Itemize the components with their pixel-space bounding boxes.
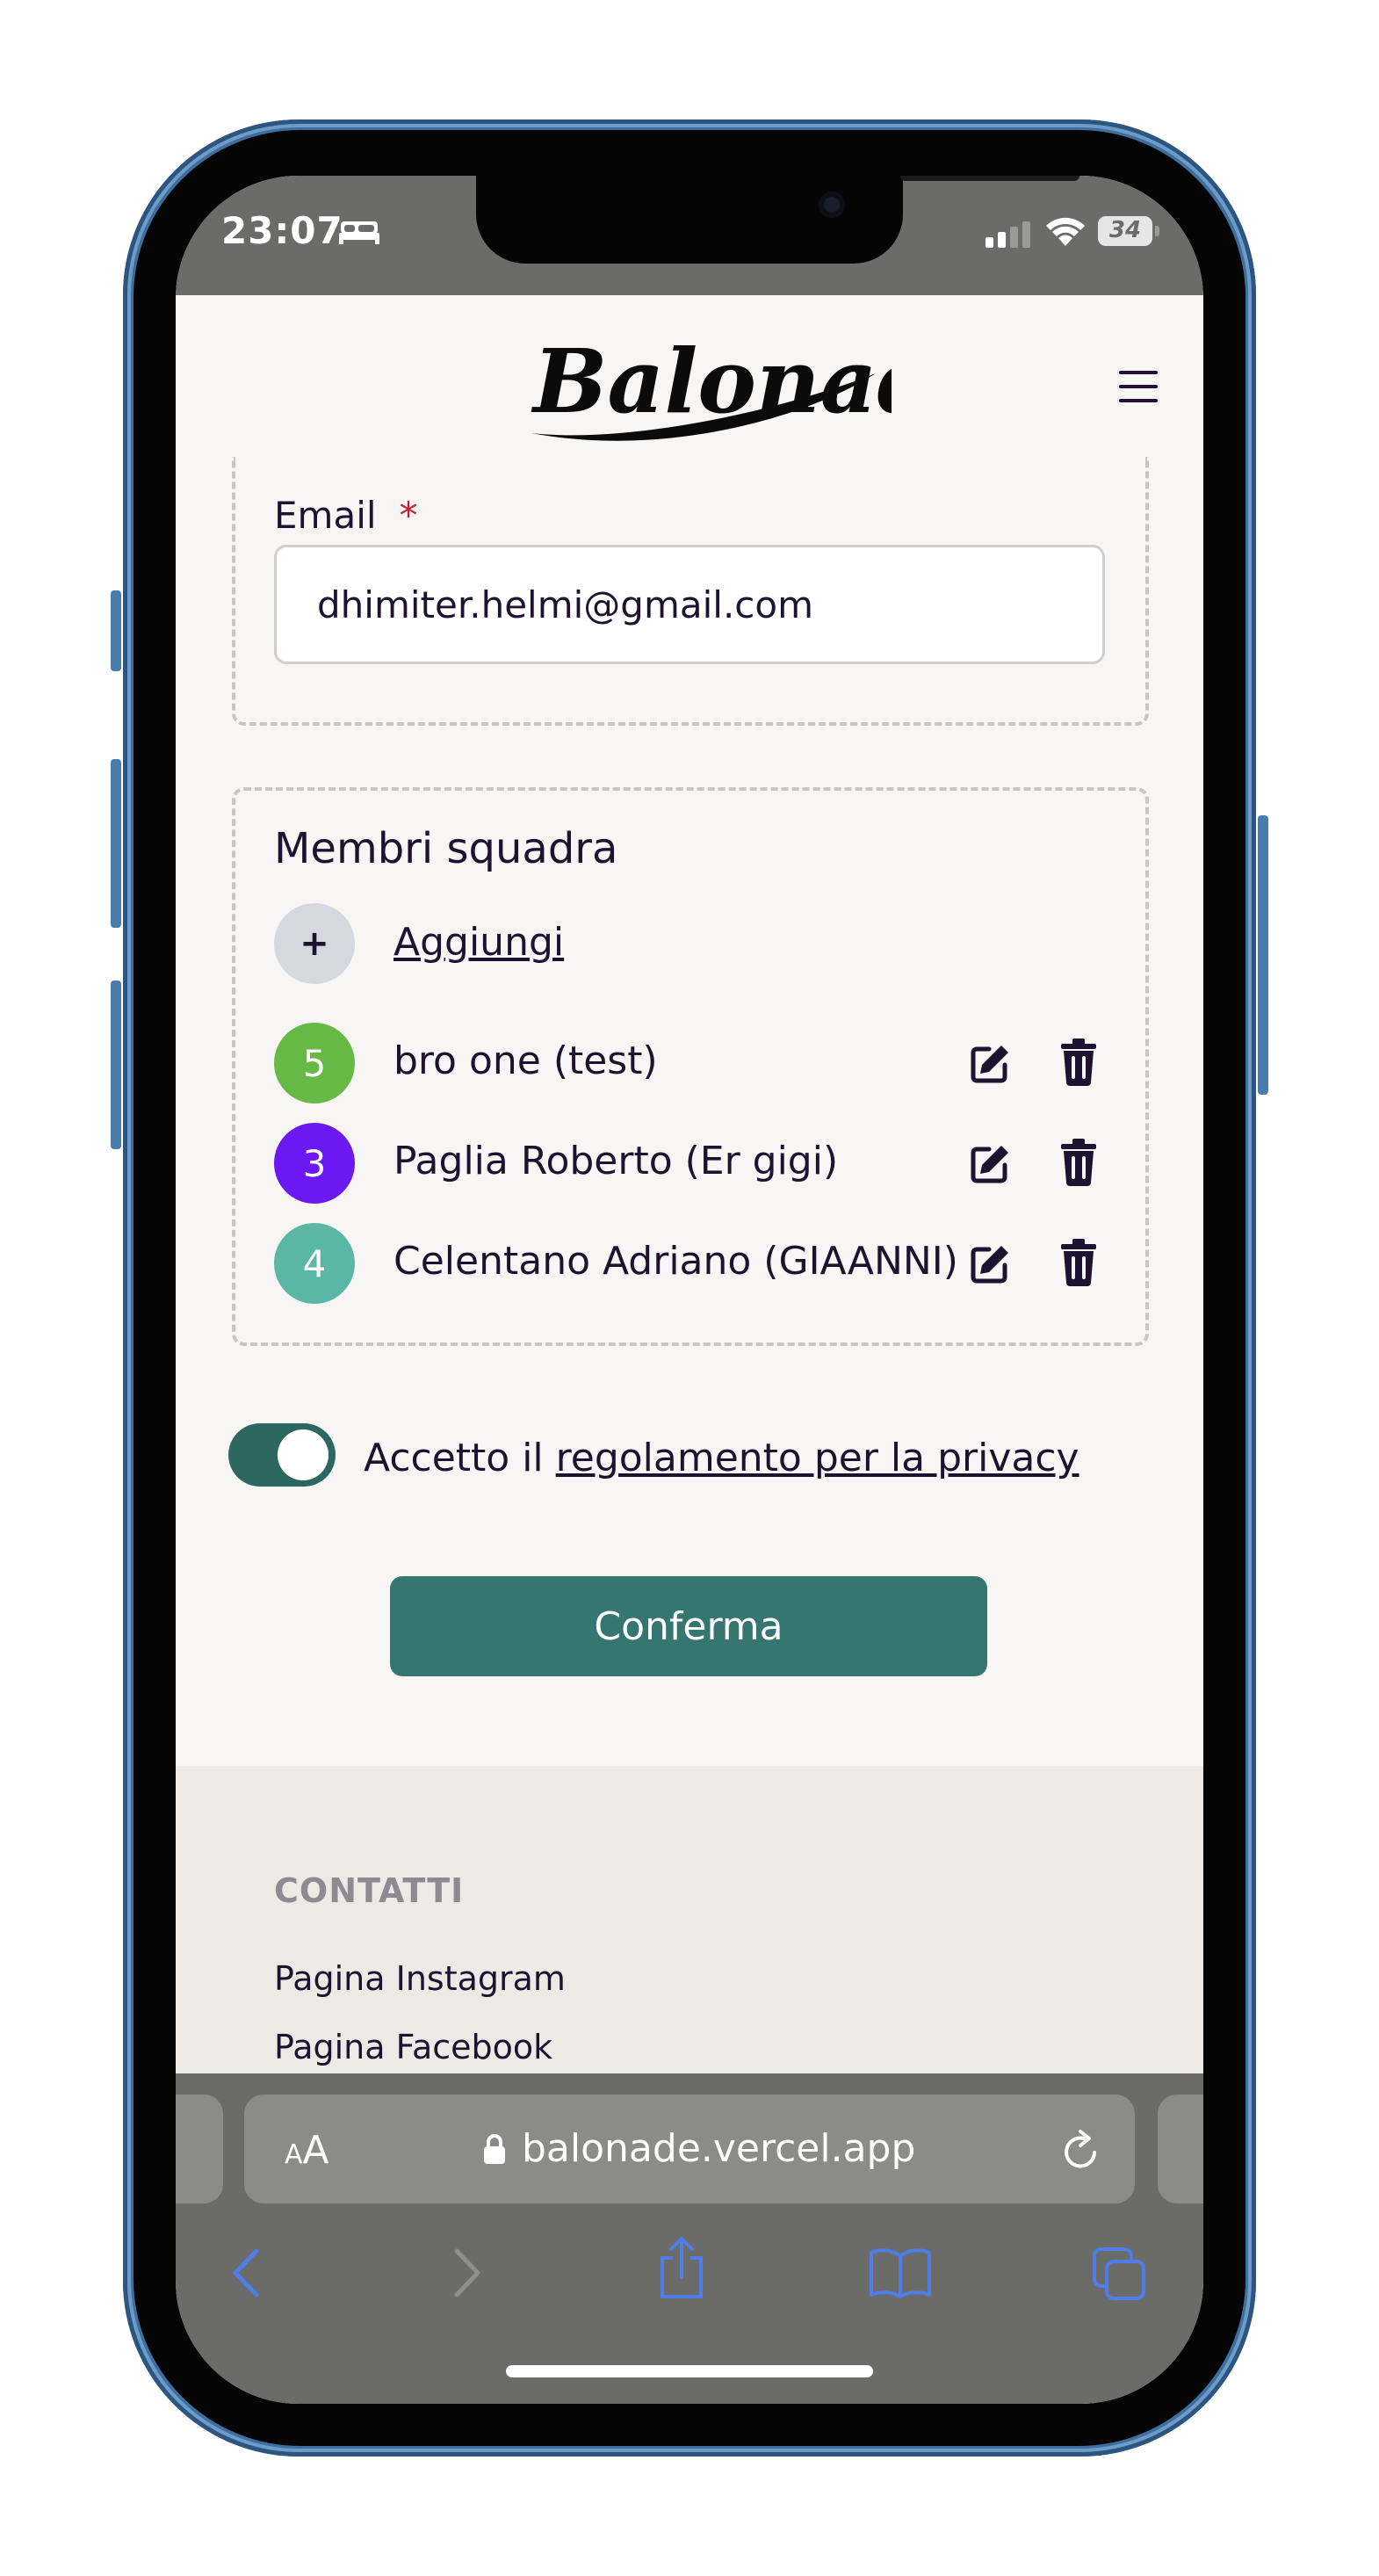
volume-up-button	[111, 759, 121, 928]
speaker-grille	[900, 176, 1079, 181]
member-number-badge: 4	[274, 1223, 355, 1304]
privacy-label: Accetto il regolamento per la privacy	[364, 1436, 1079, 1480]
next-tab-preview[interactable]	[1158, 2095, 1203, 2203]
wifi-icon	[1046, 217, 1085, 246]
member-name: Paglia Roberto (Er gigi)	[393, 1139, 839, 1183]
site-header: Balonade	[176, 295, 1203, 480]
member-row: 3 Paglia Roberto (Er gigi)	[274, 1123, 1108, 1207]
screen: 23:07 34 Balonade	[176, 176, 1203, 2404]
safari-toolbar: AA balonade.vercel.app	[176, 2073, 1203, 2404]
menu-icon[interactable]	[1119, 371, 1158, 406]
url-text: balonade.vercel.app	[522, 2126, 916, 2171]
address-bar[interactable]: AA balonade.vercel.app	[244, 2095, 1135, 2203]
instagram-link[interactable]: Pagina Instagram	[274, 1959, 566, 1998]
members-title: Membri squadra	[274, 824, 618, 873]
front-camera	[819, 192, 845, 218]
mute-switch	[111, 590, 121, 671]
tabs-icon[interactable]	[1091, 2246, 1147, 2302]
facebook-link[interactable]: Pagina Facebook	[274, 2028, 552, 2066]
trash-icon[interactable]	[1059, 1239, 1098, 1286]
member-number-badge: 3	[274, 1123, 355, 1204]
member-number-badge: 5	[274, 1023, 355, 1103]
confirm-button[interactable]: Conferma	[390, 1576, 987, 1676]
email-label: Email *	[274, 494, 418, 537]
status-bar: 23:07 34	[176, 176, 1203, 295]
trash-icon[interactable]	[1059, 1038, 1098, 1086]
status-time: 23:07	[221, 209, 343, 252]
footer: CONTATTI Pagina Instagram Pagina Faceboo…	[176, 1766, 1203, 2073]
sleep-focus-icon	[339, 221, 379, 244]
edit-icon[interactable]	[968, 1242, 1012, 1286]
member-row: 5 bro one (test)	[274, 1023, 1108, 1107]
bookmarks-icon[interactable]	[868, 2247, 933, 2298]
member-name: Celentano Adriano (GIAANNI)	[393, 1239, 958, 1284]
privacy-policy-link[interactable]: regolamento per la privacy	[556, 1436, 1079, 1480]
previous-tab-preview[interactable]	[176, 2095, 223, 2203]
notch	[476, 176, 1079, 264]
contacts-heading: CONTATTI	[274, 1871, 465, 1910]
power-button	[1258, 815, 1268, 1095]
home-indicator	[506, 2365, 873, 2377]
required-asterisk: *	[399, 494, 418, 537]
add-member-icon[interactable]: +	[274, 903, 355, 984]
privacy-toggle[interactable]	[228, 1423, 336, 1487]
toggle-knob	[278, 1429, 329, 1480]
balonade-logo[interactable]: Balonade	[514, 328, 892, 459]
back-icon[interactable]	[230, 2247, 260, 2298]
trash-icon[interactable]	[1059, 1139, 1098, 1186]
battery-level: 34	[1108, 217, 1142, 243]
add-member-link[interactable]: Aggiungi	[393, 920, 564, 965]
member-name: bro one (test)	[393, 1038, 658, 1083]
member-row: 4 Celentano Adriano (GIAANNI)	[274, 1223, 1108, 1307]
reload-icon[interactable]	[1059, 2126, 1103, 2172]
email-field[interactable]	[274, 545, 1105, 664]
share-icon[interactable]	[655, 2235, 708, 2300]
reader-settings-button[interactable]: AA	[285, 2128, 329, 2173]
edit-icon[interactable]	[968, 1142, 1012, 1186]
lock-icon	[484, 2134, 505, 2164]
edit-icon[interactable]	[968, 1042, 1012, 1086]
forward-icon[interactable]	[453, 2247, 483, 2298]
cellular-signal-icon	[986, 221, 1030, 248]
volume-down-button	[111, 980, 121, 1149]
battery-icon: 34	[1098, 216, 1159, 246]
logo-text: Balonade	[531, 329, 892, 433]
